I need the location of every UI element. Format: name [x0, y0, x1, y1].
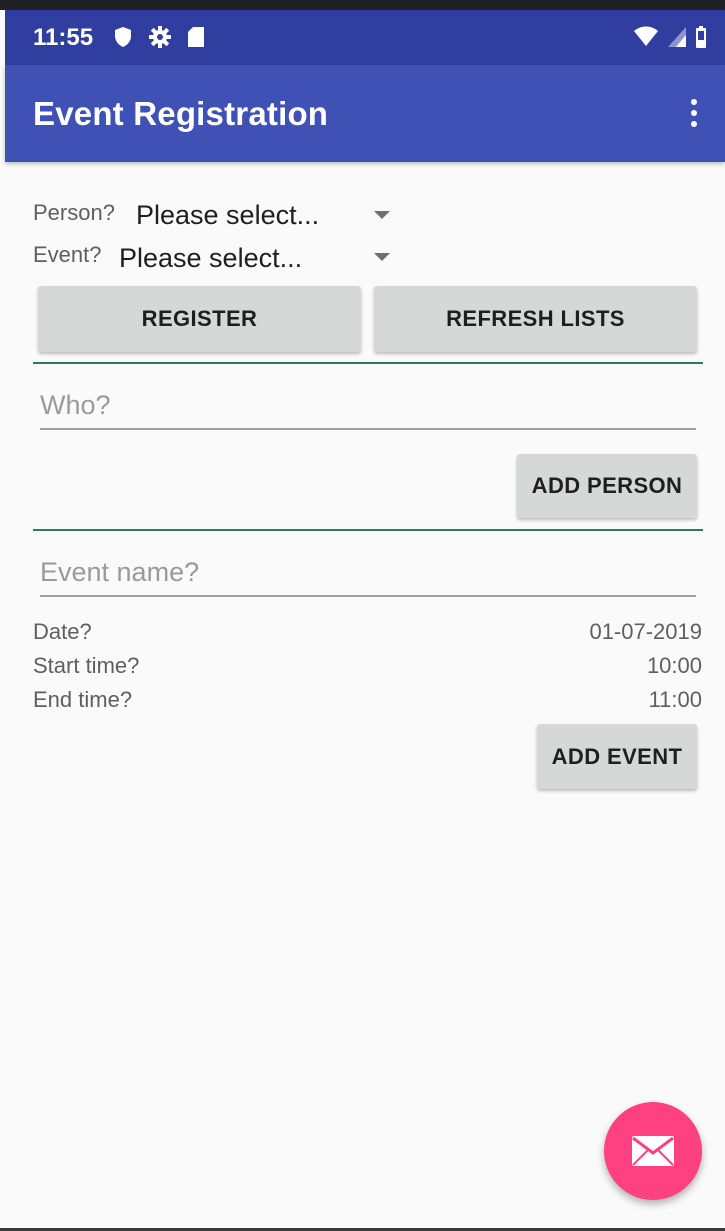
end-time-label: End time? — [33, 687, 133, 712]
event-dropdown-arrow-icon — [374, 253, 390, 261]
person-spinner[interactable]: Please select... — [130, 195, 400, 235]
shield-icon — [115, 27, 131, 47]
sd-card-icon — [188, 27, 204, 47]
date-value[interactable]: 01-07-2019 — [589, 619, 702, 645]
person-spinner-value: Please select... — [136, 200, 320, 230]
add-event-button[interactable]: ADD EVENT — [537, 724, 697, 789]
person-label: Person? — [33, 200, 115, 225]
overflow-menu-icon[interactable] — [689, 99, 699, 131]
register-button[interactable]: REGISTER — [38, 286, 361, 352]
end-time-value[interactable]: 11:00 — [649, 687, 702, 713]
status-time: 11:55 — [33, 24, 94, 51]
event-spinner[interactable]: Please select... — [113, 237, 400, 277]
person-dropdown-arrow-icon — [374, 211, 390, 219]
mail-fab-button[interactable] — [604, 1102, 702, 1200]
mail-icon — [632, 1136, 674, 1166]
top-edge — [0, 0, 725, 10]
start-time-label: Start time? — [33, 653, 140, 678]
event-name-input[interactable] — [40, 549, 696, 597]
app-title: Event Registration — [33, 95, 329, 132]
event-spinner-value: Please select... — [119, 243, 303, 273]
battery-icon — [696, 26, 706, 48]
add-person-button[interactable]: ADD PERSON — [517, 454, 697, 518]
section-divider — [33, 529, 703, 531]
refresh-lists-button[interactable]: REFRESH LISTS — [374, 286, 697, 352]
section-divider — [33, 362, 703, 364]
date-label: Date? — [33, 619, 92, 644]
settings-icon — [149, 26, 171, 48]
who-input[interactable] — [40, 382, 696, 430]
status-icons-right — [633, 26, 707, 48]
app-bar: Event Registration — [5, 65, 725, 162]
status-bar: 11:55 — [5, 10, 725, 65]
wifi-icon — [634, 26, 658, 46]
status-icons-left — [113, 26, 205, 48]
start-time-value[interactable]: 10:00 — [647, 653, 702, 679]
event-label: Event? — [33, 242, 102, 267]
signal-icon — [668, 27, 686, 47]
